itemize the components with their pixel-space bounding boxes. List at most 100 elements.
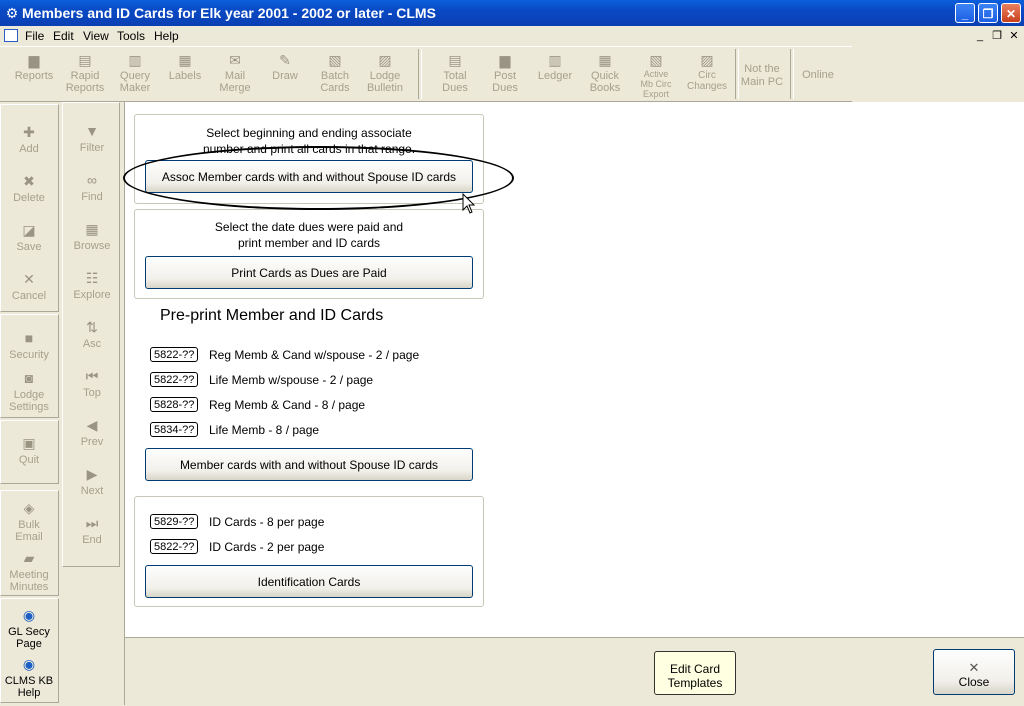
quickbooks-icon: ▦ bbox=[598, 52, 612, 68]
minutes-icon: ▰ bbox=[23, 550, 35, 566]
close-icon: ✕ bbox=[968, 659, 980, 675]
batch-cards-icon: ▧ bbox=[328, 52, 342, 68]
filter-button[interactable]: ▼ Filter bbox=[63, 123, 121, 154]
reports-button[interactable]: ▆ Reports bbox=[10, 47, 58, 101]
edit-card-templates-button[interactable]: Edit Card Templates bbox=[654, 651, 736, 695]
print-cards-dues-paid-button[interactable]: Print Cards as Dues are Paid bbox=[145, 256, 473, 289]
bottom-bar: Edit Card Templates ✕ Close bbox=[125, 637, 1024, 706]
menu-file[interactable]: File bbox=[25, 29, 44, 43]
explore-icon: ☷ bbox=[85, 270, 99, 286]
form-number-tag: 5822-?? bbox=[150, 347, 199, 362]
query-maker-button[interactable]: ▥ Query Maker bbox=[112, 47, 158, 101]
query-icon: ▥ bbox=[128, 52, 142, 68]
id-cards-panel: 5829-?? ID Cards - 8 per page 5822-?? ID… bbox=[134, 496, 484, 607]
reports-icon: ▆ bbox=[28, 52, 40, 68]
sort-ascending-button[interactable]: ⇅ Asc bbox=[63, 319, 121, 350]
export-icon: ▧ bbox=[649, 52, 663, 68]
prev-record-icon: ◀ bbox=[86, 417, 98, 433]
binoculars-icon: ∞ bbox=[87, 172, 97, 188]
circ-changes-icon: ▨ bbox=[700, 52, 714, 68]
end-button[interactable]: ⏭ End bbox=[63, 515, 121, 546]
identification-cards-button[interactable]: Identification Cards bbox=[145, 565, 473, 598]
clms-kb-help-button[interactable]: ◉ CLMS KB Help bbox=[0, 656, 58, 699]
rapid-reports-button[interactable]: ▤ Rapid Reports bbox=[62, 47, 108, 101]
annotation-oval bbox=[123, 146, 514, 210]
navigation-column: ▼ Filter ∞ Find ▦ Browse ☷ Explore ⇅ Asc… bbox=[62, 102, 120, 567]
close-window-button[interactable]: ✕ bbox=[1001, 3, 1021, 23]
security-button[interactable]: ■ Security bbox=[0, 330, 58, 361]
batch-cards-button[interactable]: ▧ Batch Cards bbox=[312, 47, 358, 101]
mdi-minimize-icon[interactable]: _ bbox=[973, 29, 987, 43]
globe-icon: ◉ bbox=[22, 607, 36, 623]
ledger-button[interactable]: ▥ Ledger bbox=[532, 47, 578, 101]
window-title: Members and ID Cards for Elk year 2001 -… bbox=[22, 5, 436, 21]
quit-button[interactable]: ▣ Quit bbox=[0, 435, 58, 466]
toolbar-separator bbox=[418, 49, 422, 99]
cancel-button[interactable]: ✕ Cancel bbox=[0, 271, 58, 302]
draw-icon: ✎ bbox=[279, 52, 291, 68]
list-item: Life Memb w/spouse - 2 / page bbox=[209, 373, 374, 387]
document-icon[interactable] bbox=[4, 29, 18, 42]
find-button[interactable]: ∞ Find bbox=[63, 172, 121, 203]
not-main-pc-indicator[interactable]: Not the Main PC bbox=[738, 47, 786, 101]
list-item: ID Cards - 2 per page bbox=[209, 540, 325, 554]
form-number-tag: 5822-?? bbox=[150, 372, 199, 387]
menu-view[interactable]: View bbox=[83, 29, 109, 43]
top-button[interactable]: ⏮ Top bbox=[63, 368, 121, 399]
menu-edit[interactable]: Edit bbox=[53, 29, 74, 43]
post-dues-icon: ▆ bbox=[499, 52, 511, 68]
toolbar: ▆ Reports ▤ Rapid Reports ▥ Query Maker … bbox=[0, 46, 852, 102]
close-button[interactable]: ✕ Close bbox=[933, 649, 1015, 695]
dues-instructions-line2: print member and ID cards bbox=[237, 236, 381, 250]
member-cards-spouse-button[interactable]: Member cards with and without Spouse ID … bbox=[145, 448, 473, 481]
dues-instructions-line1: Select the date dues were paid and bbox=[214, 220, 404, 234]
mdi-close-icon[interactable]: ✕ bbox=[1007, 29, 1021, 43]
online-indicator[interactable]: Online bbox=[794, 47, 842, 101]
active-mb-circ-export-button[interactable]: ▧ Active Mb Circ Export bbox=[632, 47, 680, 101]
bulletin-icon: ▨ bbox=[378, 52, 392, 68]
explore-button[interactable]: ☷ Explore bbox=[63, 270, 121, 301]
left-pane: ✚ Add ✖ Delete ◪ Save ✕ Cancel ■ Securit… bbox=[0, 102, 125, 705]
form-number-tag: 5834-?? bbox=[150, 422, 199, 437]
title-bar: ⚙ Members and ID Cards for Elk year 2001… bbox=[0, 0, 1024, 26]
add-button[interactable]: ✚ Add bbox=[0, 124, 58, 155]
menu-help[interactable]: Help bbox=[154, 29, 179, 43]
dues-paid-panel: Select the date dues were paid and print… bbox=[134, 209, 484, 299]
settings-icon: ◙ bbox=[24, 370, 34, 386]
last-record-icon: ⏭ bbox=[85, 515, 99, 531]
mail-merge-button[interactable]: ✉ Mail Merge bbox=[212, 47, 258, 101]
meeting-minutes-button[interactable]: ▰ Meeting Minutes bbox=[0, 550, 58, 593]
minimize-button[interactable]: _ bbox=[955, 3, 975, 23]
record-actions-column: ✚ Add ✖ Delete ◪ Save ✕ Cancel ■ Securit… bbox=[0, 102, 60, 705]
save-icon: ◪ bbox=[22, 222, 36, 238]
bulk-email-button[interactable]: ◈ Bulk Email bbox=[0, 500, 58, 543]
lodge-bulletin-button[interactable]: ▨ Lodge Bulletin bbox=[362, 47, 408, 101]
delete-button[interactable]: ✖ Delete bbox=[0, 173, 58, 204]
total-dues-button[interactable]: ▤ Total Dues bbox=[432, 47, 478, 101]
draw-button[interactable]: ✎ Draw bbox=[262, 47, 308, 101]
app-icon[interactable]: ⚙ bbox=[4, 5, 20, 21]
menu-tools[interactable]: Tools bbox=[117, 29, 145, 43]
prev-button[interactable]: ◀ Prev bbox=[63, 417, 121, 448]
assoc-instructions-line1: Select beginning and ending associate bbox=[206, 126, 412, 140]
next-button[interactable]: ▶ Next bbox=[63, 466, 121, 497]
add-icon: ✚ bbox=[23, 124, 35, 140]
browse-icon: ▦ bbox=[85, 221, 99, 237]
gl-secy-page-button[interactable]: ◉ GL Secy Page bbox=[0, 607, 58, 650]
menu-bar: File Edit View Tools Help _ ❐ ✕ bbox=[0, 26, 1024, 46]
mail-merge-icon: ✉ bbox=[229, 52, 241, 68]
post-dues-button[interactable]: ▆ Post Dues bbox=[482, 47, 528, 101]
lodge-settings-button[interactable]: ◙ Lodge Settings bbox=[0, 370, 58, 413]
mdi-restore-icon[interactable]: ❐ bbox=[990, 29, 1004, 43]
total-dues-icon: ▤ bbox=[448, 52, 462, 68]
maximize-button[interactable]: ❐ bbox=[978, 3, 998, 23]
save-button[interactable]: ◪ Save bbox=[0, 222, 58, 253]
globe-icon: ◉ bbox=[22, 656, 36, 672]
quickbooks-button[interactable]: ▦ Quick Books bbox=[582, 47, 628, 101]
form-number-tag: 5828-?? bbox=[150, 397, 199, 412]
delete-icon: ✖ bbox=[23, 173, 35, 189]
browse-button[interactable]: ▦ Browse bbox=[63, 221, 121, 252]
circ-changes-button[interactable]: ▨ Circ Changes bbox=[684, 47, 730, 101]
quit-icon: ▣ bbox=[22, 435, 36, 451]
labels-button[interactable]: ▦ Labels bbox=[162, 47, 208, 101]
